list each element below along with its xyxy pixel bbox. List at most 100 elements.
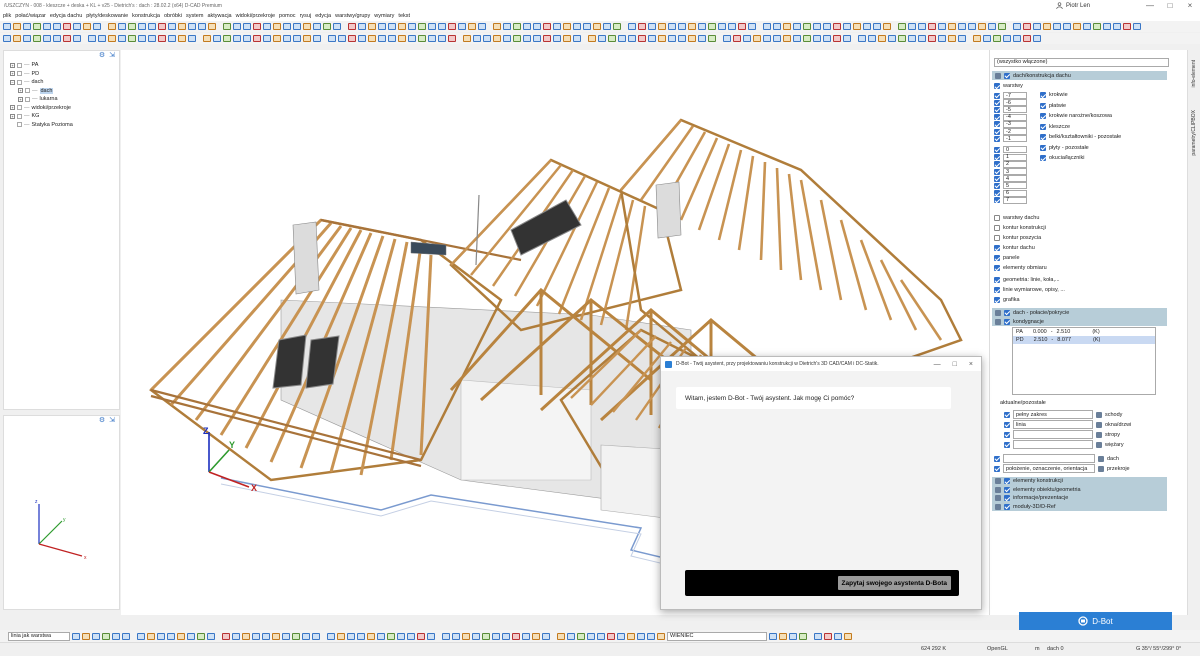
layer-row[interactable]: 5 (994, 182, 1027, 190)
toolbar-tool-icon[interactable] (273, 35, 281, 42)
toolbar-tool-icon[interactable] (637, 632, 645, 640)
toolbar-tool-icon[interactable] (33, 23, 41, 30)
toolbar-tool-icon[interactable] (148, 35, 156, 42)
layer-row[interactable]: -3 (994, 120, 1027, 128)
toolbar-tool-icon[interactable] (743, 35, 751, 42)
tree-item-selected[interactable]: + — dach (10, 87, 119, 96)
expand-icon[interactable]: + (10, 62, 15, 68)
toolbar-tool-icon[interactable] (1043, 23, 1051, 30)
toolbar-tool-icon[interactable] (597, 632, 605, 640)
toolbar-tool-icon[interactable] (198, 23, 206, 30)
layer-checkbox[interactable] (994, 146, 1000, 153)
toolbar-tool-icon[interactable] (688, 35, 696, 42)
toolbar-tool-icon[interactable] (958, 35, 966, 42)
tree-item[interactable]: + — widoki/przekroje (10, 104, 119, 113)
toolbar-tool-icon[interactable] (148, 23, 156, 30)
toolbar-tool-icon[interactable] (1083, 23, 1091, 30)
toolbar-tool-icon[interactable] (312, 632, 320, 640)
toolbar-tool-icon[interactable] (108, 35, 116, 42)
toolbar-tool-icon[interactable] (387, 632, 395, 640)
toolbar-tool-icon[interactable] (1003, 35, 1011, 42)
toolbar-tool-icon[interactable] (263, 35, 271, 42)
toolbar-tool-icon[interactable] (883, 23, 891, 30)
toolbar-tool-icon[interactable] (918, 35, 926, 42)
toolbar-tool-icon[interactable] (23, 23, 31, 30)
roof-surfaces-header[interactable]: dach - połacie/pokrycie (992, 308, 1167, 317)
toolbar-tool-icon[interactable] (92, 632, 100, 640)
toolbar-tool-icon[interactable] (868, 35, 876, 42)
toolbar-tool-icon[interactable] (348, 35, 356, 42)
group-checkbox[interactable] (1004, 503, 1010, 510)
toolbar-tool-icon[interactable] (53, 23, 61, 30)
menu-konstrukcja[interactable]: konstrukcja (132, 13, 160, 19)
toolbar-tool-icon[interactable] (973, 35, 981, 42)
toolbar-tool-icon[interactable] (43, 35, 51, 42)
geometry-row[interactable]: geometria: linie, koła,... (994, 277, 1060, 283)
toolbar-tool-icon[interactable] (718, 23, 726, 30)
toolbar-tool-icon[interactable] (122, 632, 130, 640)
visibility-checkbox[interactable] (17, 122, 22, 128)
toolbar-tool-icon[interactable] (448, 23, 456, 30)
bottom-group-header[interactable]: elementy obiektu/geometria (992, 485, 1167, 494)
option-row[interactable]: kontur dachu (994, 245, 1035, 251)
menu-pomoc[interactable]: pomoc (279, 13, 296, 19)
group-checkbox[interactable] (1004, 478, 1010, 485)
toolbar-tool-icon[interactable] (187, 632, 195, 640)
toolbar-tool-icon[interactable] (428, 35, 436, 42)
toolbar-tool-icon[interactable] (763, 23, 771, 30)
toolbar-tool-icon[interactable] (283, 23, 291, 30)
line-mode-select[interactable]: linia jak warstwa (8, 631, 70, 641)
toolbar-tool-icon[interactable] (482, 632, 490, 640)
visibility-checkbox[interactable] (25, 96, 30, 102)
toolbar-tool-icon[interactable] (112, 632, 120, 640)
toolbar-tool-icon[interactable] (593, 23, 601, 30)
toolbar-tool-icon[interactable] (773, 23, 781, 30)
layer-type-row[interactable]: krokwie narożne/koszowa (1040, 113, 1112, 119)
current-row[interactable]: linia okna/drzwi (1004, 420, 1131, 429)
layer-checkbox[interactable] (994, 121, 1000, 128)
toolbar-tool-icon[interactable] (118, 35, 126, 42)
layer-checkbox[interactable] (994, 128, 1000, 135)
toolbar-tool-icon[interactable] (3, 23, 11, 30)
toolbar-tool-icon[interactable] (313, 23, 321, 30)
layer-checkbox[interactable] (994, 114, 1000, 121)
edit-icon[interactable] (1098, 455, 1104, 462)
toolbar-tool-icon[interactable] (178, 23, 186, 30)
expand-icon[interactable]: + (10, 71, 15, 77)
tree-item[interactable]: − — dach (10, 78, 119, 87)
tab-info-element[interactable]: info-element (1191, 60, 1197, 88)
layer-checkbox[interactable] (994, 175, 1000, 182)
toolbar-tool-icon[interactable] (603, 23, 611, 30)
toolbar-tool-icon[interactable] (658, 23, 666, 30)
type-checkbox[interactable] (1040, 134, 1046, 140)
close-button[interactable]: × (1180, 0, 1200, 11)
toolbar-tool-icon[interactable] (158, 35, 166, 42)
toolbar-tool-icon[interactable] (82, 632, 90, 640)
layer-row[interactable]: -1 (994, 135, 1027, 143)
toolbar-tool-icon[interactable] (928, 23, 936, 30)
option-row[interactable]: warstwy dachu (994, 215, 1039, 221)
geometry-checkbox[interactable] (994, 287, 1000, 293)
toolbar-tool-icon[interactable] (118, 23, 126, 30)
layer-row[interactable]: 4 (994, 175, 1027, 183)
toolbar-tool-icon[interactable] (779, 632, 787, 640)
current-checkbox[interactable] (1004, 431, 1010, 438)
toolbar-tool-icon[interactable] (388, 23, 396, 30)
toolbar-tool-icon[interactable] (793, 35, 801, 42)
layer-checkbox[interactable] (994, 161, 1000, 168)
layer-checkbox[interactable] (994, 197, 1000, 204)
dbot-tab[interactable]: D-Bot (1019, 612, 1172, 630)
layer-row[interactable]: 0 (994, 146, 1027, 154)
menu-obrobki[interactable]: obróbki (164, 13, 182, 19)
layer-select[interactable]: WIENIEC (667, 631, 767, 641)
toolbar-tool-icon[interactable] (223, 35, 231, 42)
toolbar-tool-icon[interactable] (878, 35, 886, 42)
current-checkbox[interactable] (1004, 411, 1010, 418)
toolbar-tool-icon[interactable] (313, 35, 321, 42)
layer-row[interactable]: -7 (994, 92, 1027, 99)
collapse-icon[interactable]: − (10, 79, 15, 85)
toolbar-tool-icon[interactable] (428, 23, 436, 30)
toolbar-tool-icon[interactable] (1033, 23, 1041, 30)
toolbar-tool-icon[interactable] (543, 23, 551, 30)
toolbar-tool-icon[interactable] (128, 23, 136, 30)
